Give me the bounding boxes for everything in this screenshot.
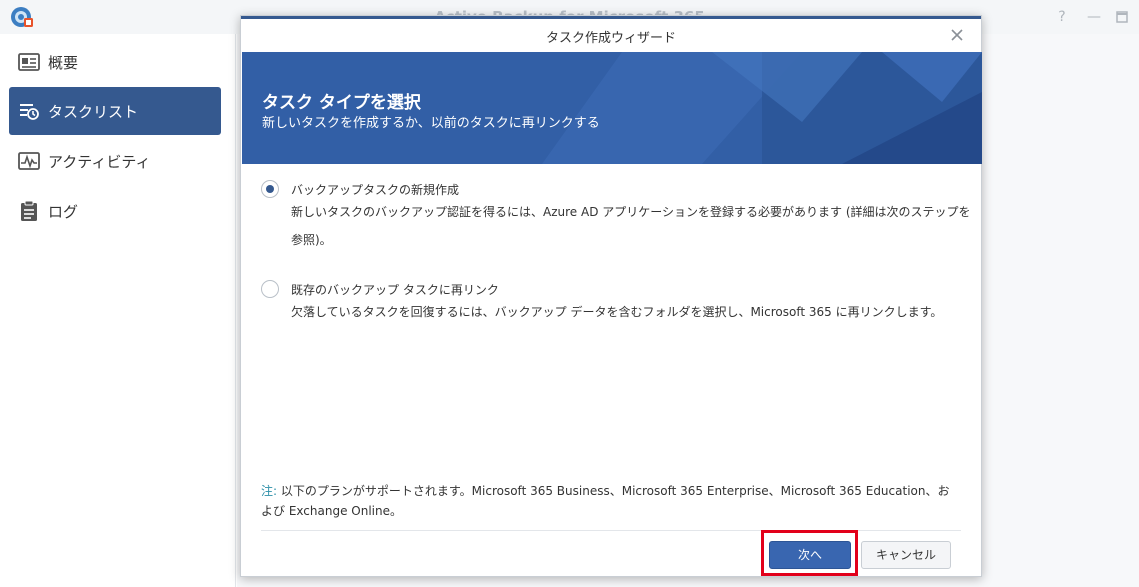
help-icon[interactable]: ? [1052,7,1072,27]
maximize-icon[interactable] [1112,7,1132,27]
sidebar-item-task-list[interactable]: タスクリスト [9,87,221,135]
overview-icon [18,53,40,71]
close-icon[interactable] [947,25,967,45]
sidebar-item-label: アクティビティ [48,152,151,171]
sidebar-item-label: 概要 [48,53,79,72]
note-text: 以下のプランがサポートされます。Microsoft 365 Business、M… [261,484,950,518]
radio-relink-task[interactable] [261,280,279,298]
sidebar-item-label: ログ [48,202,79,221]
footer-divider [261,530,961,531]
note-label: 注: [261,484,278,498]
radio-new-backup-task[interactable] [261,180,279,198]
banner-title: タスク タイプを選択 [262,93,421,113]
cancel-button[interactable]: キャンセル [861,541,951,569]
sidebar-item-overview[interactable]: 概要 [9,38,221,86]
banner-subtitle: 新しいタスクを作成するか、以前のタスクに再リンクする [262,116,600,131]
dialog-header: タスク作成ウィザード [241,16,981,52]
supported-plans-note: 注: 以下のプランがサポートされます。Microsoft 365 Busines… [261,481,961,521]
option-relink-task[interactable]: 既存のバックアップ タスクに再リンク 欠落しているタスクを回復するには、バックア… [261,280,961,330]
option-new-backup-task[interactable]: バックアップタスクの新規作成 新しいタスクのバックアップ認証を得るには、Azur… [261,180,971,270]
sidebar-item-activity[interactable]: アクティビティ [9,137,221,185]
sidebar-item-log[interactable]: ログ [9,187,221,235]
sidebar-item-label: タスクリスト [48,102,139,121]
dialog-title: タスク作成ウィザード [545,31,676,46]
activity-icon [18,152,40,170]
dialog-banner: タスク タイプを選択 新しいタスクを作成するか、以前のタスクに再リンクする [242,52,982,164]
task-list-icon [20,104,39,120]
option-label: バックアップタスクの新規作成 [291,183,460,197]
sidebar: 概要 タスクリスト アクティビティ ログ [0,34,236,587]
option-description: 欠落しているタスクを回復するには、バックアップ データを含むフォルダを選択し、M… [291,305,943,319]
option-description: 新しいタスクのバックアップ認証を得るには、Azure AD アプリケーションを登… [291,205,971,247]
option-label: 既存のバックアップ タスクに再リンク [291,283,499,297]
minimize-icon[interactable]: — [1084,7,1104,27]
next-button[interactable]: 次へ [769,541,851,569]
task-creation-wizard-dialog: タスク作成ウィザード タスク タイプを選択 新しいタスクを作成するか、以前のタス… [240,15,982,577]
log-icon [21,200,37,221]
